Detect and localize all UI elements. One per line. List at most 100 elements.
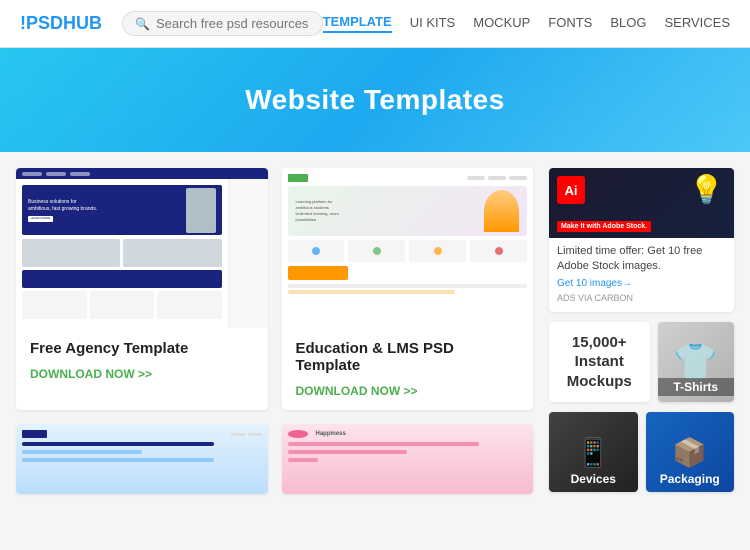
preview-agency: Business solutions forambitious, fast gr…: [16, 168, 268, 328]
mockup-devices-bg: 📱 Devices: [549, 412, 638, 492]
card-agency-info: Free Agency Template DOWNLOAD NOW >>: [16, 328, 268, 393]
adobe-icon: Ai: [557, 176, 585, 204]
card-education-image: Learning platform forambitious studentsU…: [282, 168, 534, 328]
logo-suffix: HUB: [63, 13, 102, 33]
nav-item-services[interactable]: SERVICES: [664, 15, 730, 32]
ad-link[interactable]: Get 10 images→: [557, 277, 726, 291]
partial-nav-2: [248, 433, 262, 436]
ad-via: ADS VIA CARBON: [557, 293, 633, 303]
preview-nav-dot-2: [46, 172, 66, 176]
ad-badge: Make It with Adobe Stock.: [557, 221, 651, 232]
preview-edu-logo: [288, 174, 308, 182]
nav-item-mockup[interactable]: MOCKUP: [473, 15, 530, 32]
preview-row-1: [22, 239, 222, 267]
preview-strip-2: [288, 290, 456, 294]
partial-card-2: Happiness: [282, 424, 534, 494]
search-bar[interactable]: 🔍: [122, 11, 323, 36]
logo-prefix: !PSD: [20, 13, 63, 33]
sidebar: Ai 💡 Make It with Adobe Stock. Limited t…: [549, 168, 734, 494]
preview-hero-text: Business solutions forambitious, fast gr…: [28, 199, 97, 222]
ad-description: Limited time offer: Get 10 free Adobe St…: [557, 245, 702, 272]
mockup-wide[interactable]: 15,000+InstantMockups: [549, 322, 650, 402]
preview-agency-sidebar: [228, 179, 268, 328]
partial-cards-row: Happiness: [16, 424, 533, 494]
partial-line-2: [22, 450, 142, 454]
preview-edu-icon-1: [288, 240, 345, 262]
search-input[interactable]: [156, 16, 310, 31]
nav-item-blog[interactable]: BLOG: [610, 15, 646, 32]
bulb-icon: 💡: [689, 173, 724, 206]
preview-row-3: [22, 291, 222, 319]
mockup-packaging-label: Packaging: [646, 472, 735, 486]
main-nav: TEMPLATE UI KITS MOCKUP FONTS BLOG SERVI…: [323, 14, 730, 33]
preview-edu-cta: [288, 266, 348, 280]
hero-title: Website Templates: [20, 84, 730, 116]
preview-strip-1: [288, 284, 528, 288]
mockup-wide-text: 15,000+InstantMockups: [567, 333, 632, 392]
nav-item-template[interactable]: TEMPLATE: [323, 14, 392, 33]
packaging-icon: 📦: [672, 436, 707, 469]
preview-education: Learning platform forambitious studentsU…: [282, 168, 534, 328]
preview-edu-strips: [288, 284, 528, 294]
card-education-download[interactable]: DOWNLOAD NOW >>: [296, 384, 418, 398]
devices-icon: 📱: [576, 436, 611, 469]
preview-block-5: [157, 291, 222, 319]
preview-block: [22, 239, 120, 267]
hero-section: Website Templates: [0, 48, 750, 152]
preview-block-2: [123, 239, 221, 267]
tshirt-icon: 👕: [673, 341, 718, 383]
nav-item-uikits[interactable]: UI KITS: [410, 15, 456, 32]
partial-pink-line-2: [288, 450, 408, 454]
mockup-packaging[interactable]: 📦 Packaging: [646, 412, 735, 492]
preview-agency-hero: Business solutions forambitious, fast gr…: [22, 185, 222, 235]
partial-preview-2: Happiness: [282, 424, 534, 494]
preview-edu-nav-item: [467, 176, 485, 180]
mockup-packaging-bg: 📦 Packaging: [646, 412, 735, 492]
preview-edu-hero-text: Learning platform forambitious studentsU…: [296, 199, 339, 223]
preview-edu-icon-4: [470, 240, 527, 262]
ad-image: Ai 💡 Make It with Adobe Stock.: [549, 168, 734, 238]
partial-pink-line-1: [288, 442, 480, 446]
partial-logo-2: [288, 430, 308, 438]
preview-person: [186, 188, 216, 233]
preview-row-2: [22, 270, 222, 288]
mockup-tshirt[interactable]: 👕 T-Shirts: [658, 322, 735, 402]
preview-edu-icon-3: [409, 240, 466, 262]
preview-block-blue: [22, 270, 222, 288]
preview-edu-header: [288, 174, 528, 182]
card-agency-title: Free Agency Template: [30, 340, 254, 357]
partial-brand-text: Happiness: [316, 431, 346, 437]
partial-line-3: [22, 458, 214, 462]
partial-line-1: [22, 442, 214, 446]
partial-pink-line-3: [288, 458, 318, 462]
cards-area: Business solutions forambitious, fast gr…: [16, 168, 533, 494]
card-education-title: Education & LMS PSD Template: [296, 340, 520, 374]
partial-card-1: [16, 424, 268, 494]
preview-block-4: [90, 291, 155, 319]
preview-edu-hero-img: [484, 190, 519, 232]
preview-edu-hero: Learning platform forambitious studentsU…: [288, 186, 528, 236]
nav-item-fonts[interactable]: FONTS: [548, 15, 592, 32]
preview-nav-dot-3: [70, 172, 90, 176]
preview-block-3: [22, 291, 87, 319]
preview-agency-main: Business solutions forambitious, fast gr…: [16, 179, 228, 328]
preview-edu-icon-2: [348, 240, 405, 262]
ad-box: Ai 💡 Make It with Adobe Stock. Limited t…: [549, 168, 734, 312]
mockup-devices[interactable]: 📱 Devices: [549, 412, 638, 492]
card-education: Learning platform forambitious studentsU…: [282, 168, 534, 410]
header: !PSDHUB 🔍 TEMPLATE UI KITS MOCKUP FONTS …: [0, 0, 750, 48]
mockup-row-2: 📱 Devices 📦 Packaging: [549, 412, 734, 492]
logo[interactable]: !PSDHUB: [20, 13, 102, 34]
ad-text: Limited time offer: Get 10 free Adobe St…: [549, 238, 734, 312]
preview-agency-body: Business solutions forambitious, fast gr…: [16, 179, 268, 328]
mockup-tshirt-bg: 👕 T-Shirts: [658, 322, 735, 402]
main-content: Business solutions forambitious, fast gr…: [0, 152, 750, 510]
mockup-tshirt-label: T-Shirts: [658, 378, 735, 396]
partial-nav-1: [231, 433, 245, 436]
preview-agency-header: [16, 168, 268, 179]
preview-edu-icons: [288, 240, 528, 262]
preview-nav-dot: [22, 172, 42, 176]
card-agency-download[interactable]: DOWNLOAD NOW >>: [30, 367, 152, 381]
card-agency: Business solutions forambitious, fast gr…: [16, 168, 268, 410]
partial-preview-1: [16, 424, 268, 494]
